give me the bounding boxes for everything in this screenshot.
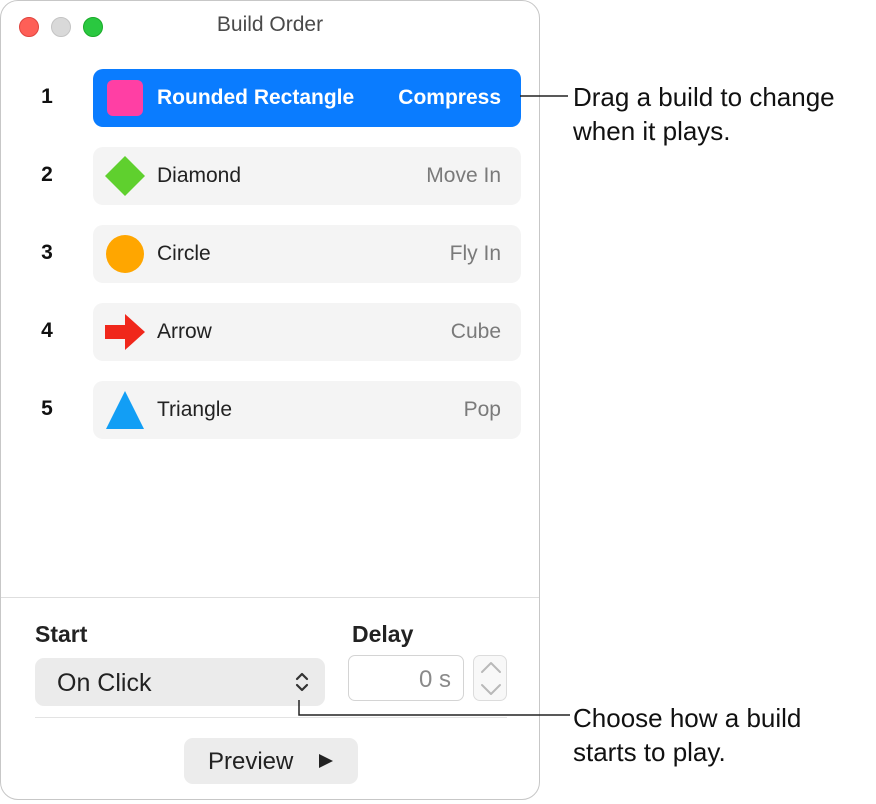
build-row-1[interactable]: 1 Rounded Rectangle Compress [1, 67, 539, 129]
build-number: 4 [41, 319, 53, 342]
stepper-up-button[interactable] [474, 656, 506, 678]
preview-label: Preview [208, 748, 294, 775]
build-row-5[interactable]: 5 Triangle Pop [1, 379, 539, 441]
build-item[interactable]: Circle Fly In [93, 225, 521, 283]
build-effect: Pop [463, 398, 501, 421]
delay-value: 0 s [418, 666, 451, 693]
title-bar: Build Order [1, 1, 539, 51]
chevron-up-down-icon [295, 672, 309, 692]
build-row-3[interactable]: 3 Circle Fly In [1, 223, 539, 285]
triangle-icon [106, 391, 144, 429]
build-item[interactable]: Arrow Cube [93, 303, 521, 361]
build-name: Rounded Rectangle [157, 86, 355, 109]
build-effect: Move In [426, 164, 501, 187]
start-popup-button[interactable]: On Click [35, 658, 325, 706]
build-name: Diamond [157, 164, 242, 187]
chevron-down-icon [481, 684, 501, 695]
callout-drag: Drag a build to change when it plays. [573, 80, 835, 148]
preview-button[interactable]: Preview [184, 738, 358, 784]
build-number: 5 [41, 397, 53, 420]
build-effect: Cube [450, 320, 501, 343]
callout-leader-start [298, 700, 570, 716]
build-item[interactable]: Diamond Move In [93, 147, 521, 205]
build-effect: Compress [398, 86, 501, 109]
build-item[interactable]: Rounded Rectangle Compress [93, 69, 521, 127]
build-row-4[interactable]: 4 Arrow Cube [1, 301, 539, 363]
build-row-2[interactable]: 2 Diamond Move In [1, 145, 539, 207]
build-name: Circle [157, 242, 211, 265]
play-icon [319, 754, 333, 768]
diamond-icon [105, 156, 145, 196]
delay-label: Delay [352, 621, 414, 647]
callout-line-1: Choose how a build [573, 703, 802, 733]
chevron-up-icon [481, 662, 501, 673]
build-number: 2 [41, 163, 53, 186]
build-number: 3 [41, 241, 53, 264]
arrow-icon [105, 314, 145, 350]
start-value: On Click [57, 669, 152, 697]
rounded-square-icon [107, 80, 143, 116]
delay-stepper[interactable] [473, 655, 507, 701]
circle-icon [106, 235, 144, 273]
callout-line-2: starts to play. [573, 737, 726, 767]
build-effect: Fly In [449, 242, 501, 265]
delay-input[interactable]: 0 s [348, 655, 464, 701]
build-item[interactable]: Triangle Pop [93, 381, 521, 439]
stepper-down-button[interactable] [474, 678, 506, 700]
callout-line-2: when it plays. [573, 116, 731, 146]
divider [1, 597, 539, 598]
callout-line-1: Drag a build to change [573, 82, 835, 112]
callout-start: Choose how a build starts to play. [573, 701, 801, 769]
build-order-window: Build Order 1 Rounded Rectangle Compress… [0, 0, 540, 800]
window-title: Build Order [216, 13, 324, 36]
build-number: 1 [41, 85, 53, 108]
callout-leader-drag [520, 95, 568, 97]
build-name: Arrow [157, 320, 212, 343]
start-label: Start [35, 621, 88, 647]
build-name: Triangle [157, 398, 233, 421]
